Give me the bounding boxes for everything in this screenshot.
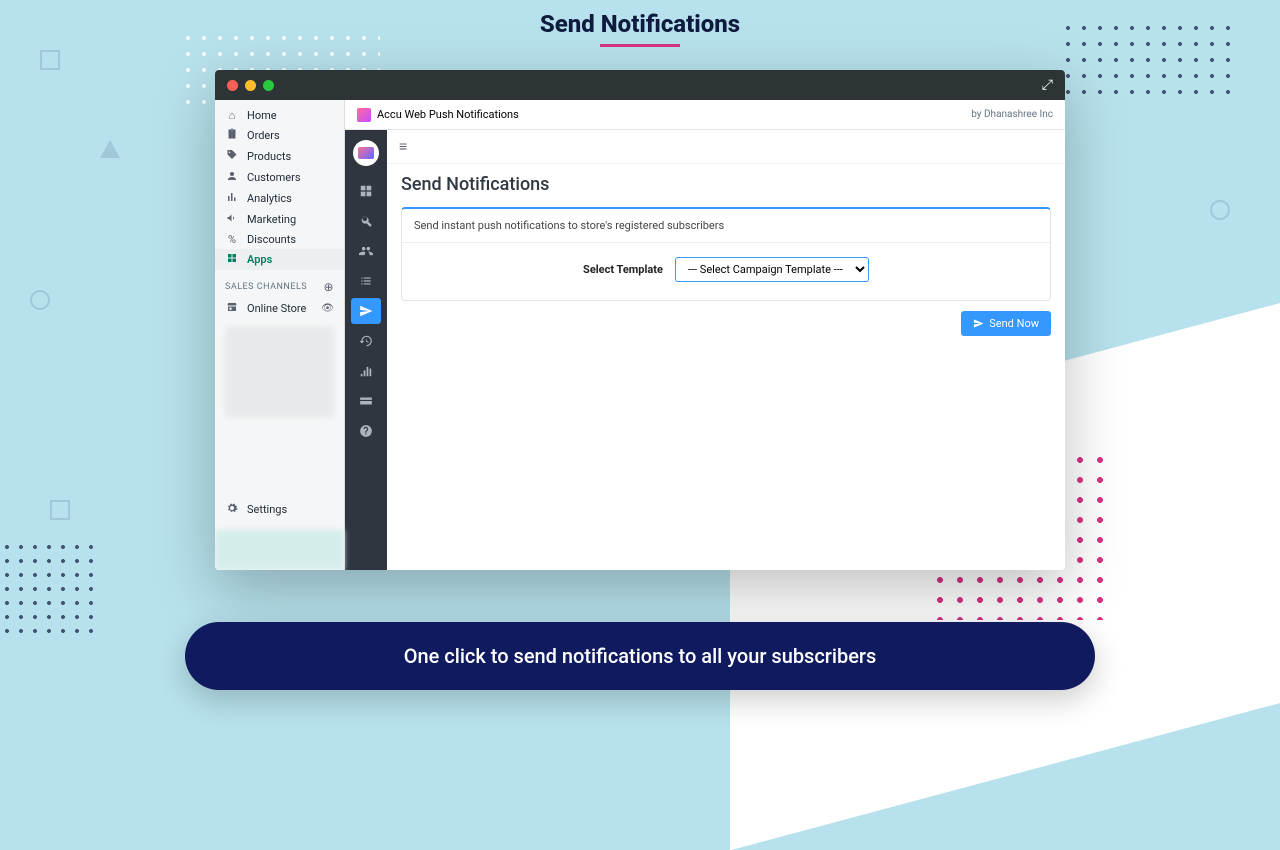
user-icon <box>225 170 239 185</box>
deco-circle <box>30 290 50 310</box>
sidebar-item-marketing[interactable]: Marketing <box>215 209 344 230</box>
sidebar-item-label: Marketing <box>247 213 296 226</box>
sidebar-item-label: Orders <box>247 129 280 142</box>
app-header: Accu Web Push Notifications by Dhanashre… <box>345 100 1065 130</box>
close-icon[interactable] <box>227 80 238 91</box>
deco-triangle <box>100 140 120 158</box>
bottom-caption: One click to send notifications to all y… <box>185 622 1095 690</box>
sidebar-item-label: Settings <box>247 503 287 516</box>
sidebar-item-apps[interactable]: Apps <box>215 249 344 270</box>
minimize-icon[interactable] <box>245 80 256 91</box>
dots-pattern-bottom-left <box>0 540 100 640</box>
notification-card: Send instant push notifications to store… <box>401 207 1051 301</box>
section-label: SALES CHANNELS <box>225 282 307 292</box>
app-icon-rail <box>345 130 387 570</box>
sidebar-item-label: Analytics <box>247 192 292 205</box>
percent-icon: % <box>225 233 239 246</box>
send-now-button[interactable]: Send Now <box>961 311 1051 336</box>
app-logo-icon <box>357 108 371 122</box>
sidebar-item-label: Online Store <box>247 302 306 315</box>
add-channel-icon[interactable]: ⊕ <box>323 280 334 294</box>
send-icon <box>973 318 984 329</box>
blurred-content <box>215 530 344 570</box>
content-heading: Send Notifications <box>401 174 1051 195</box>
card-form: Select Template --- Select Campaign Temp… <box>402 243 1050 300</box>
sidebar-item-label: Apps <box>247 253 272 266</box>
sidebar-item-label: Home <box>247 109 277 122</box>
template-select[interactable]: --- Select Campaign Template --- <box>675 257 869 282</box>
sidebar-item-discounts[interactable]: % Discounts <box>215 230 344 249</box>
accu-logo[interactable] <box>353 140 379 166</box>
browser-window: ⤢ ⌂ Home Orders Products <box>215 70 1065 570</box>
sidebar-item-orders[interactable]: Orders <box>215 125 344 146</box>
hamburger-icon[interactable]: ≡ <box>387 130 1065 164</box>
blurred-content <box>225 327 334 417</box>
rail-dashboard[interactable] <box>351 178 381 204</box>
app-title: Accu Web Push Notifications <box>377 108 519 121</box>
expand-icon[interactable]: ⤢ <box>1042 77 1053 93</box>
rail-billing[interactable] <box>351 388 381 414</box>
rail-list[interactable] <box>351 268 381 294</box>
rail-subscribers[interactable] <box>351 238 381 264</box>
sidebar-item-customers[interactable]: Customers <box>215 167 344 188</box>
shop-sidebar: ⌂ Home Orders Products Customers <box>215 100 345 570</box>
sidebar-item-products[interactable]: Products <box>215 146 344 167</box>
app-chrome: Accu Web Push Notifications by Dhanashre… <box>345 100 1065 570</box>
page-title: Send Notifications <box>0 0 1280 47</box>
deco-square <box>40 50 60 70</box>
card-description: Send instant push notifications to store… <box>402 209 1050 243</box>
window-titlebar: ⤢ <box>215 70 1065 100</box>
sidebar-item-label: Discounts <box>247 233 296 246</box>
main-content: ≡ Send Notifications Send instant push n… <box>387 130 1065 570</box>
deco-circle <box>1210 200 1230 220</box>
rail-help[interactable] <box>351 418 381 444</box>
select-template-label: Select Template <box>583 263 663 276</box>
bar-chart-icon <box>225 191 239 206</box>
eye-icon[interactable]: 👁 <box>321 303 334 314</box>
sidebar-item-analytics[interactable]: Analytics <box>215 188 344 209</box>
store-icon <box>225 301 239 316</box>
sidebar-item-home[interactable]: ⌂ Home <box>215 106 344 125</box>
sidebar-item-label: Customers <box>247 171 301 184</box>
rail-tools[interactable] <box>351 208 381 234</box>
sidebar-section-header: SALES CHANNELS ⊕ <box>215 270 344 298</box>
sidebar-item-online-store[interactable]: Online Store 👁 <box>215 298 344 319</box>
home-icon: ⌂ <box>225 109 239 122</box>
gear-icon <box>225 502 239 517</box>
rail-send[interactable] <box>351 298 381 324</box>
rail-reports[interactable] <box>351 358 381 384</box>
sidebar-item-settings[interactable]: Settings <box>215 499 344 520</box>
tag-icon <box>225 149 239 164</box>
rail-history[interactable] <box>351 328 381 354</box>
maximize-icon[interactable] <box>263 80 274 91</box>
orders-icon <box>225 128 239 143</box>
app-byline: by Dhanashree Inc <box>971 109 1053 120</box>
send-button-label: Send Now <box>989 317 1039 330</box>
sidebar-item-label: Products <box>247 150 291 163</box>
deco-square <box>50 500 70 520</box>
apps-icon <box>225 252 239 267</box>
megaphone-icon <box>225 212 239 227</box>
